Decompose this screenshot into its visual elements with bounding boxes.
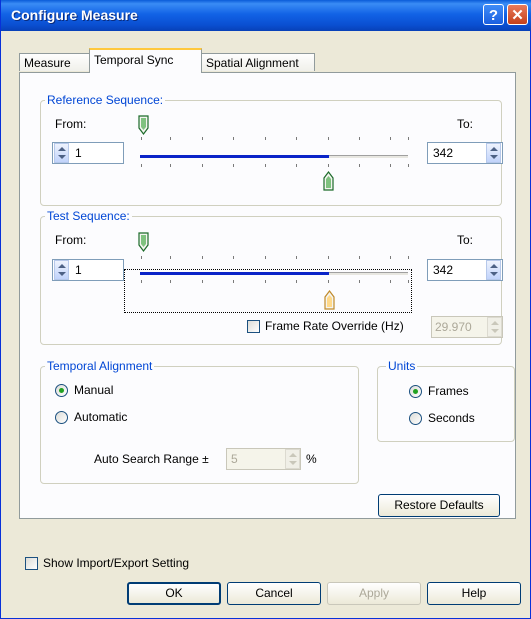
help-title-button[interactable]: ?: [483, 4, 504, 25]
reference-from-spin-buttons[interactable]: [54, 143, 69, 163]
reference-sequence-label: Reference Sequence:: [45, 93, 166, 107]
frame-rate-override-checkbox[interactable]: [247, 320, 260, 333]
ok-button[interactable]: OK: [127, 582, 221, 605]
temporal-alignment-label: Temporal Alignment: [45, 359, 155, 373]
test-to-spinner[interactable]: 342: [427, 259, 503, 281]
test-start-thumb[interactable]: [138, 232, 149, 252]
frame-rate-value: 29.970: [435, 320, 472, 334]
units-label: Units: [386, 359, 418, 373]
auto-search-range-label: Auto Search Range ±: [94, 452, 209, 466]
auto-search-spin-buttons: [285, 449, 300, 469]
reference-to-label: To:: [457, 117, 474, 131]
frame-rate-spinner: 29.970: [431, 316, 503, 338]
tab-temporal-sync[interactable]: Temporal Sync: [89, 48, 202, 73]
help-button[interactable]: Help: [427, 582, 521, 605]
manual-radio-label[interactable]: Manual: [74, 383, 113, 397]
show-import-export-checkbox[interactable]: [25, 557, 38, 570]
tab-spatial-alignment[interactable]: Spatial Alignment: [201, 53, 315, 71]
test-to-value: 342: [433, 263, 454, 277]
test-end-thumb[interactable]: [324, 290, 335, 310]
reference-to-spinner[interactable]: 342: [427, 142, 503, 164]
test-from-spin-buttons[interactable]: [54, 260, 69, 280]
test-to-label: To:: [457, 233, 474, 247]
auto-search-range-unit: %: [306, 452, 317, 466]
test-from-spinner[interactable]: 1: [52, 259, 124, 281]
frames-radio[interactable]: [409, 385, 422, 398]
seconds-radio[interactable]: [409, 412, 422, 425]
close-title-button[interactable]: ✕: [507, 4, 528, 25]
automatic-radio-label[interactable]: Automatic: [74, 410, 127, 424]
reference-start-thumb[interactable]: [138, 115, 149, 135]
auto-search-range-value: 5: [231, 452, 238, 466]
automatic-radio[interactable]: [55, 411, 68, 424]
test-from-label: From:: [55, 233, 87, 247]
units-group: [377, 366, 515, 442]
reference-to-value: 342: [433, 146, 454, 160]
restore-defaults-button[interactable]: Restore Defaults: [378, 494, 500, 517]
title-bar: Configure Measure ? ✕: [1, 0, 531, 31]
frames-radio-label[interactable]: Frames: [428, 384, 469, 398]
tab-measure[interactable]: Measure: [19, 53, 90, 71]
manual-radio[interactable]: [55, 384, 68, 397]
test-from-value: 1: [75, 263, 82, 277]
apply-button: Apply: [327, 582, 421, 605]
window-title: Configure Measure: [11, 7, 138, 23]
configure-measure-dialog: Configure Measure ? ✕ Measure Temporal S…: [0, 0, 531, 619]
test-sequence-label: Test Sequence:: [45, 209, 132, 223]
test-slider-focus-rect: [124, 269, 412, 313]
reference-from-spinner[interactable]: 1: [52, 142, 124, 164]
auto-search-range-spinner: 5: [226, 448, 301, 470]
show-import-export-label: Show Import/Export Setting: [43, 556, 190, 570]
reference-end-thumb[interactable]: [323, 171, 334, 191]
test-to-spin-buttons[interactable]: [486, 260, 501, 280]
reference-to-spin-buttons[interactable]: [486, 143, 501, 163]
reference-from-label: From:: [55, 117, 87, 131]
reference-from-value: 1: [75, 146, 82, 160]
seconds-radio-label[interactable]: Seconds: [428, 411, 475, 425]
cancel-button[interactable]: Cancel: [227, 582, 321, 605]
frame-rate-spin-buttons: [487, 317, 502, 337]
temporal-sync-panel: Reference Sequence: From: To: 1 342 Test…: [19, 72, 516, 519]
frame-rate-override-label: Frame Rate Override (Hz): [265, 319, 404, 333]
